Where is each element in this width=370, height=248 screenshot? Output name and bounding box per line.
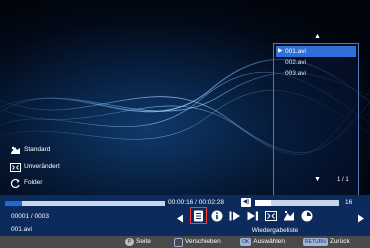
prev-arrow-icon[interactable] <box>176 210 184 228</box>
scroll-up-icon[interactable]: ▲ <box>314 33 321 40</box>
option-aspect-ratio[interactable]: Unverändert <box>10 160 60 174</box>
volume-fill <box>255 200 271 206</box>
option-picture-mode[interactable]: Standard <box>10 143 50 157</box>
navigation-key-icon <box>174 237 183 247</box>
media-player-screen: ▲ ▶ 001.avi 002.avi 003.avi ▼ 1 / 1 Stan… <box>0 0 370 248</box>
fullscreen-icon <box>264 210 277 221</box>
next-arrow-icon[interactable] <box>357 210 365 228</box>
playlist-box: ▶ 001.avi 002.avi 003.avi <box>273 43 359 198</box>
playlist-icon <box>194 210 203 221</box>
settings-button[interactable] <box>300 209 313 222</box>
settings-icon <box>301 210 312 221</box>
progress-bar[interactable] <box>5 201 165 206</box>
progress-fill <box>5 201 23 206</box>
scroll-down-icon[interactable]: ▼ <box>314 176 321 183</box>
playlist-item-label: 001.avi <box>285 48 306 55</box>
playlist-item-002[interactable]: 002.avi <box>276 57 356 68</box>
step-forward-button[interactable] <box>228 209 241 222</box>
playlist-page-indicator: 1 / 1 <box>337 177 349 183</box>
volume-bar[interactable] <box>255 200 339 206</box>
aspect-button[interactable] <box>282 209 295 222</box>
option-label: Unverändert <box>24 163 60 170</box>
playlist-item-003[interactable]: 003.avi <box>276 68 356 79</box>
playlist-item-001[interactable]: ▶ 001.avi <box>276 46 356 57</box>
aspect-ratio-icon <box>10 162 21 173</box>
playlist-item-label: 003.avi <box>285 70 306 77</box>
help-move: Verschieben <box>174 236 221 248</box>
aspect-icon <box>283 210 294 220</box>
help-select: OK Auswählen <box>240 236 285 248</box>
picture-mode-icon <box>10 145 21 156</box>
playlist-button[interactable] <box>190 207 207 224</box>
skip-next-button[interactable] <box>246 209 259 222</box>
file-counter: 00001 / 0003 <box>11 213 49 220</box>
help-move-label: Verschieben <box>185 238 221 245</box>
playlist-item-label: 002.avi <box>285 59 306 66</box>
skip-next-icon <box>247 211 258 220</box>
help-bar: P Seite Verschieben OK Auswählen RETURN … <box>0 236 370 248</box>
volume-value: 16 <box>345 199 353 206</box>
volume-icon: ◀) <box>241 198 251 207</box>
help-page: P Seite <box>125 236 151 248</box>
fullscreen-button[interactable] <box>264 209 277 222</box>
help-return-label: Zurück <box>329 238 350 245</box>
info-icon <box>211 210 222 221</box>
info-button[interactable] <box>210 209 223 222</box>
option-label: Standard <box>24 146 51 153</box>
playlist-panel: ▲ ▶ 001.avi 002.avi 003.avi ▼ 1 / 1 <box>273 33 359 198</box>
current-filename: 001.avi <box>11 226 32 233</box>
step-forward-icon <box>229 211 240 220</box>
return-key-icon: RETURN <box>303 238 328 246</box>
option-repeat[interactable]: Folder <box>10 176 42 190</box>
play-marker-icon: ▶ <box>278 48 283 54</box>
time-display: 00:00:16 / 00:02:28 <box>168 199 225 206</box>
ok-key-icon: OK <box>240 238 252 246</box>
help-return: RETURN Zurück <box>303 236 350 248</box>
help-select-label: Auswählen <box>253 238 286 245</box>
repeat-icon <box>10 178 21 189</box>
help-page-label: Seite <box>136 238 151 245</box>
p-key-icon: P <box>125 238 134 246</box>
option-label: Folder <box>24 179 43 186</box>
control-label: Wiedergabeliste <box>251 227 299 234</box>
